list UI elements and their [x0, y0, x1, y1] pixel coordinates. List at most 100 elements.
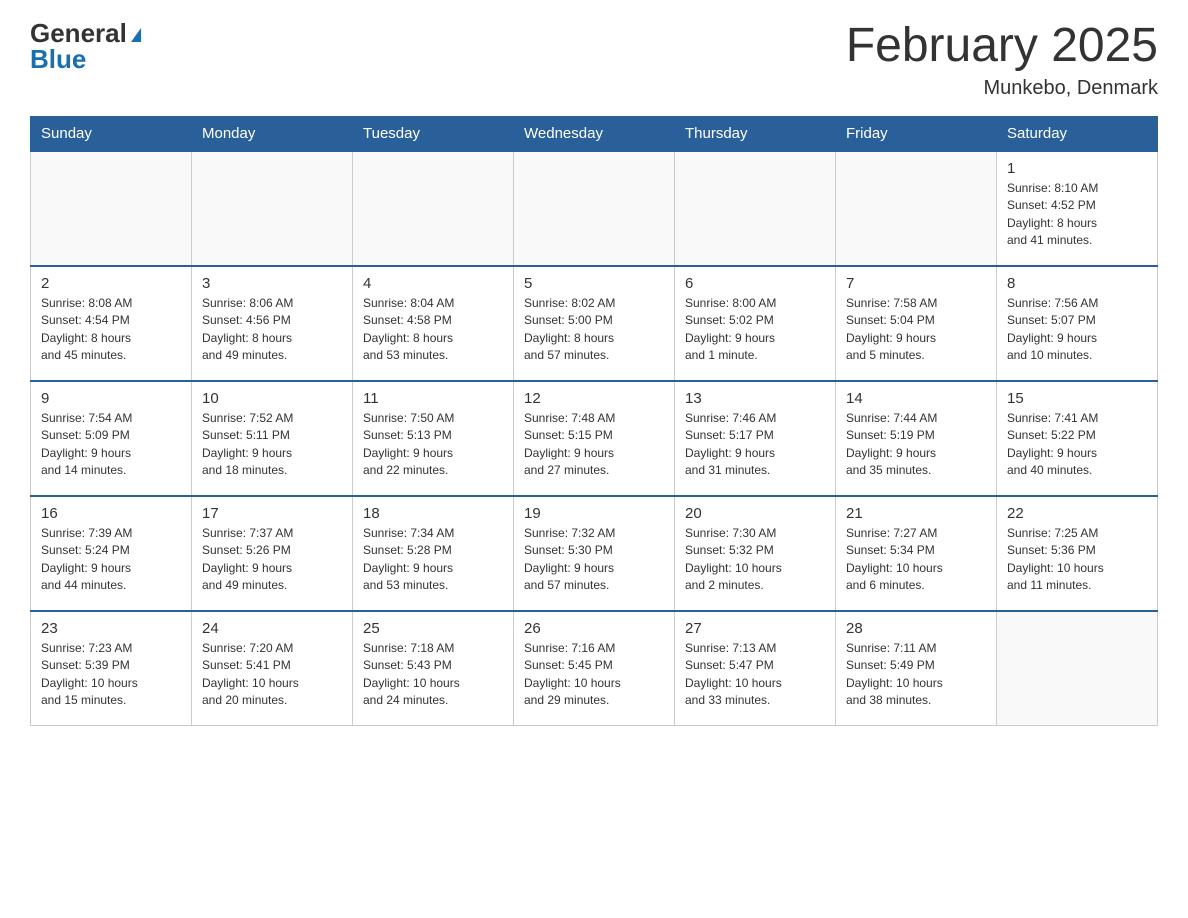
calendar-cell: 19 Sunrise: 7:32 AM Sunset: 5:30 PM Dayli… [514, 496, 675, 611]
day-number: 7 [846, 275, 986, 292]
title-section: February 2025 Munkebo, Denmark [846, 20, 1158, 100]
day-number: 2 [41, 275, 181, 292]
day-number: 8 [1007, 275, 1147, 292]
week-row-5: 23Sunrise: 7:23 AM Sunset: 5:39 PM Dayli… [31, 611, 1158, 726]
day-number: 19 [524, 505, 664, 522]
day-info: Sunrise: 7:18 AM Sunset: 5:43 PM Dayligh… [363, 640, 503, 710]
day-info: Sunrise: 8:00 AM Sunset: 5:02 PM Dayligh… [685, 295, 825, 365]
day-header-saturday: Saturday [997, 116, 1158, 151]
calendar-cell: 25 Sunrise: 7:18 AM Sunset: 5:43 PM Dayli… [353, 611, 514, 726]
logo: General Blue [30, 20, 141, 72]
week-row-2: 2 Sunrise: 8:08 AM Sunset: 4:54 PM Daylig… [31, 266, 1158, 381]
calendar-cell: 22 Sunrise: 7:25 AM Sunset: 5:36 PM Dayli… [997, 496, 1158, 611]
calendar-cell [192, 151, 353, 266]
day-number: 9 [41, 390, 181, 407]
day-header-wednesday: Wednesday [514, 116, 675, 151]
day-number: 4 [363, 275, 503, 292]
day-number: 28 [846, 620, 986, 637]
calendar-cell: 2 Sunrise: 8:08 AM Sunset: 4:54 PM Daylig… [31, 266, 192, 381]
day-info: Sunrise: 7:32 AM Sunset: 5:30 PM Dayligh… [524, 525, 664, 595]
day-info: Sunrise: 8:10 AM Sunset: 4:52 PM Dayligh… [1007, 180, 1147, 250]
calendar-cell: 23Sunrise: 7:23 AM Sunset: 5:39 PM Dayli… [31, 611, 192, 726]
day-info: Sunrise: 8:02 AM Sunset: 5:00 PM Dayligh… [524, 295, 664, 365]
day-info: Sunrise: 7:50 AM Sunset: 5:13 PM Dayligh… [363, 410, 503, 480]
day-info: Sunrise: 7:48 AM Sunset: 5:15 PM Dayligh… [524, 410, 664, 480]
day-info: Sunrise: 7:54 AM Sunset: 5:09 PM Dayligh… [41, 410, 181, 480]
day-number: 10 [202, 390, 342, 407]
calendar-table: SundayMondayTuesdayWednesdayThursdayFrid… [30, 116, 1158, 727]
calendar-cell: 14 Sunrise: 7:44 AM Sunset: 5:19 PM Dayli… [836, 381, 997, 496]
day-info: Sunrise: 8:04 AM Sunset: 4:58 PM Dayligh… [363, 295, 503, 365]
day-info: Sunrise: 7:58 AM Sunset: 5:04 PM Dayligh… [846, 295, 986, 365]
day-number: 14 [846, 390, 986, 407]
day-header-thursday: Thursday [675, 116, 836, 151]
calendar-cell: 4 Sunrise: 8:04 AM Sunset: 4:58 PM Daylig… [353, 266, 514, 381]
day-number: 23 [41, 620, 181, 637]
day-info: Sunrise: 7:41 AM Sunset: 5:22 PM Dayligh… [1007, 410, 1147, 480]
calendar-cell: 8 Sunrise: 7:56 AM Sunset: 5:07 PM Daylig… [997, 266, 1158, 381]
day-info: Sunrise: 7:46 AM Sunset: 5:17 PM Dayligh… [685, 410, 825, 480]
day-number: 3 [202, 275, 342, 292]
day-info: Sunrise: 7:37 AM Sunset: 5:26 PM Dayligh… [202, 525, 342, 595]
calendar-cell: 5 Sunrise: 8:02 AM Sunset: 5:00 PM Daylig… [514, 266, 675, 381]
calendar-cell: 26 Sunrise: 7:16 AM Sunset: 5:45 PM Dayli… [514, 611, 675, 726]
calendar-cell: 15Sunrise: 7:41 AM Sunset: 5:22 PM Dayli… [997, 381, 1158, 496]
calendar-cell: 1 Sunrise: 8:10 AM Sunset: 4:52 PM Daylig… [997, 151, 1158, 266]
day-number: 20 [685, 505, 825, 522]
day-number: 27 [685, 620, 825, 637]
day-number: 1 [1007, 160, 1147, 177]
day-number: 5 [524, 275, 664, 292]
day-info: Sunrise: 7:27 AM Sunset: 5:34 PM Dayligh… [846, 525, 986, 595]
week-row-4: 16Sunrise: 7:39 AM Sunset: 5:24 PM Dayli… [31, 496, 1158, 611]
calendar-cell: 9 Sunrise: 7:54 AM Sunset: 5:09 PM Daylig… [31, 381, 192, 496]
calendar-cell: 28 Sunrise: 7:11 AM Sunset: 5:49 PM Dayli… [836, 611, 997, 726]
day-number: 25 [363, 620, 503, 637]
day-header-monday: Monday [192, 116, 353, 151]
calendar-cell: 16Sunrise: 7:39 AM Sunset: 5:24 PM Dayli… [31, 496, 192, 611]
day-info: Sunrise: 7:11 AM Sunset: 5:49 PM Dayligh… [846, 640, 986, 710]
day-number: 11 [363, 390, 503, 407]
day-info: Sunrise: 8:06 AM Sunset: 4:56 PM Dayligh… [202, 295, 342, 365]
day-info: Sunrise: 7:44 AM Sunset: 5:19 PM Dayligh… [846, 410, 986, 480]
calendar-cell: 10 Sunrise: 7:52 AM Sunset: 5:11 PM Dayli… [192, 381, 353, 496]
logo-general-text: General [30, 20, 127, 46]
calendar-cell: 6 Sunrise: 8:00 AM Sunset: 5:02 PM Daylig… [675, 266, 836, 381]
day-info: Sunrise: 7:25 AM Sunset: 5:36 PM Dayligh… [1007, 525, 1147, 595]
calendar-cell: 18 Sunrise: 7:34 AM Sunset: 5:28 PM Dayli… [353, 496, 514, 611]
calendar-cell: 21 Sunrise: 7:27 AM Sunset: 5:34 PM Dayli… [836, 496, 997, 611]
day-info: Sunrise: 7:39 AM Sunset: 5:24 PM Dayligh… [41, 525, 181, 595]
day-info: Sunrise: 7:34 AM Sunset: 5:28 PM Dayligh… [363, 525, 503, 595]
calendar-cell: 24Sunrise: 7:20 AM Sunset: 5:41 PM Dayli… [192, 611, 353, 726]
logo-arrow-icon [131, 28, 141, 42]
day-info: Sunrise: 8:08 AM Sunset: 4:54 PM Dayligh… [41, 295, 181, 365]
calendar-cell [997, 611, 1158, 726]
week-row-3: 9 Sunrise: 7:54 AM Sunset: 5:09 PM Daylig… [31, 381, 1158, 496]
day-number: 18 [363, 505, 503, 522]
day-info: Sunrise: 7:52 AM Sunset: 5:11 PM Dayligh… [202, 410, 342, 480]
day-number: 26 [524, 620, 664, 637]
calendar-cell: 12 Sunrise: 7:48 AM Sunset: 5:15 PM Dayli… [514, 381, 675, 496]
day-info: Sunrise: 7:56 AM Sunset: 5:07 PM Dayligh… [1007, 295, 1147, 365]
day-header-sunday: Sunday [31, 116, 192, 151]
day-number: 17 [202, 505, 342, 522]
day-number: 12 [524, 390, 664, 407]
location: Munkebo, Denmark [846, 77, 1158, 100]
calendar-cell [836, 151, 997, 266]
day-number: 24 [202, 620, 342, 637]
calendar-cell: 17 Sunrise: 7:37 AM Sunset: 5:26 PM Dayli… [192, 496, 353, 611]
calendar-cell: 11 Sunrise: 7:50 AM Sunset: 5:13 PM Dayli… [353, 381, 514, 496]
week-row-1: 1 Sunrise: 8:10 AM Sunset: 4:52 PM Daylig… [31, 151, 1158, 266]
month-title: February 2025 [846, 20, 1158, 73]
day-number: 22 [1007, 505, 1147, 522]
calendar-cell [514, 151, 675, 266]
day-number: 21 [846, 505, 986, 522]
calendar-cell: 3 Sunrise: 8:06 AM Sunset: 4:56 PM Daylig… [192, 266, 353, 381]
day-info: Sunrise: 7:16 AM Sunset: 5:45 PM Dayligh… [524, 640, 664, 710]
calendar-cell: 20Sunrise: 7:30 AM Sunset: 5:32 PM Dayli… [675, 496, 836, 611]
calendar-cell [353, 151, 514, 266]
calendar-cell: 27Sunrise: 7:13 AM Sunset: 5:47 PM Dayli… [675, 611, 836, 726]
day-number: 6 [685, 275, 825, 292]
day-headers-row: SundayMondayTuesdayWednesdayThursdayFrid… [31, 116, 1158, 151]
page-header: General Blue February 2025 Munkebo, Denm… [30, 20, 1158, 100]
calendar-cell: 13Sunrise: 7:46 AM Sunset: 5:17 PM Dayli… [675, 381, 836, 496]
